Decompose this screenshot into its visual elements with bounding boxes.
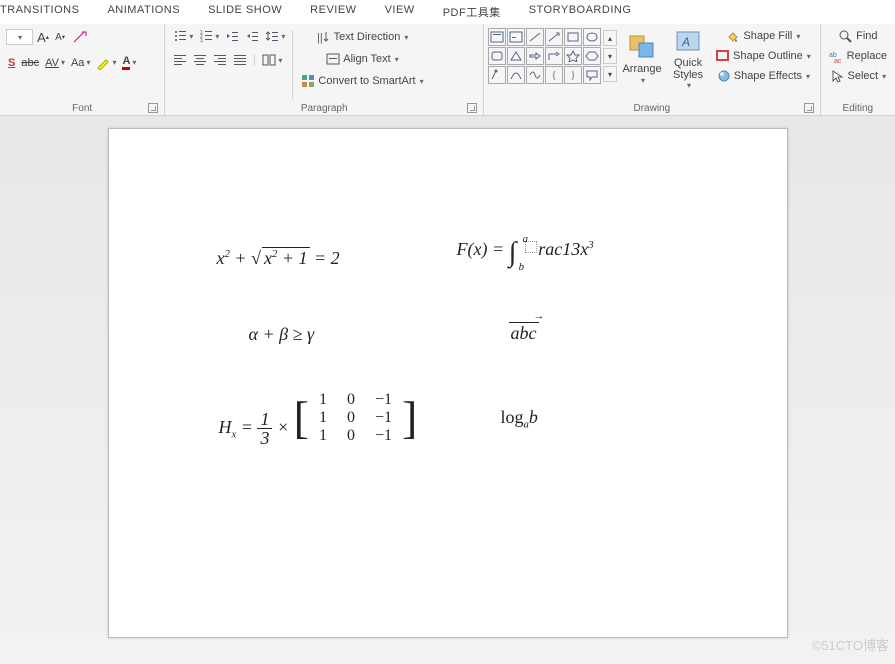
editing-group: Find abacReplace Select Editing [821,24,895,115]
slide-canvas[interactable]: x2 + √x2 + 1 = 2 α + β ≥ γ Hx = 13 × [10… [108,128,788,638]
tab-view[interactable]: VIEW [385,4,415,20]
change-case-button[interactable]: Aa [69,56,92,70]
shape-effects-icon [716,69,732,83]
svg-text:3: 3 [200,38,203,43]
equation-5[interactable]: abc [509,323,539,344]
shape-star-icon [566,50,580,62]
align-text-button[interactable]: Align Text [298,50,425,68]
paragraph-group: 123 ||Text Direction Align Text [165,24,484,115]
tab-animations[interactable]: ANIMATIONS [107,4,180,20]
equation-3-matrix: 10−110−110−1 [309,391,402,445]
svg-text:A: A [681,35,690,49]
slide-workarea: x2 + √x2 + 1 = 2 α + β ≥ γ Hx = 13 × [10… [0,116,895,664]
drawing-group-label: Drawing [488,101,816,115]
svg-text:||: || [317,32,323,44]
gallery-up-button[interactable]: ▴ [603,30,617,46]
quick-styles-icon: A [673,28,703,55]
shrink-font-button[interactable]: A▾ [53,31,67,44]
bullets-button[interactable] [171,28,195,44]
watermark: ©51CTO博客 [812,635,889,654]
line-spacing-button[interactable] [263,28,287,44]
strikethrough-button[interactable]: abc [19,56,41,70]
paragraph-group-label: Paragraph [169,101,479,115]
tab-pdf-tools[interactable]: PDF工具集 [443,4,501,20]
align-center-button[interactable] [191,52,209,68]
svg-text:ac: ac [834,58,842,63]
align-left-button[interactable] [171,52,189,68]
shape-outline-icon [715,49,731,63]
grow-font-button[interactable]: A▴ [35,29,51,46]
strike-button[interactable]: S [6,56,17,70]
char-spacing-button[interactable]: AV [43,56,67,70]
align-right-button[interactable] [211,52,229,68]
replace-icon: abac [829,49,845,63]
shape-fill-icon [725,29,741,43]
tab-storyboarding[interactable]: STORYBOARDING [529,4,632,20]
editing-group-label: Editing [825,101,891,115]
find-button[interactable]: Find [827,28,889,44]
font-size-combo[interactable] [6,29,33,45]
shape-rect-icon [566,31,580,43]
clear-formatting-button[interactable] [69,28,89,46]
equation-6[interactable]: logab [501,407,538,431]
select-button[interactable]: Select [827,68,889,84]
justify-button[interactable] [231,52,249,68]
arrange-icon [627,33,657,61]
shape-triangle-icon [509,50,523,62]
arrange-button[interactable]: Arrange [619,28,665,90]
decrease-indent-button[interactable] [223,28,241,44]
equation-3[interactable]: Hx = 13 × [10−110−110−1] [219,391,418,447]
tab-slideshow[interactable]: SLIDE SHOW [208,4,282,20]
find-icon [838,29,854,43]
font-group-label: Font [4,101,160,115]
paragraph-dialog-launcher[interactable] [467,103,477,113]
font-group: A▴ A▾ S abc AV Aa A Font [0,24,165,115]
shape-outline-button[interactable]: Shape Outline [713,48,813,64]
drawing-group: { } ▴ ▾ ▾ Arrange A Quick Styles Shape F… [484,24,821,115]
convert-smartart-button[interactable]: Convert to SmartArt [298,72,425,90]
gallery-down-button[interactable]: ▾ [603,48,617,64]
replace-button[interactable]: abacReplace [827,48,889,64]
shape-oval-icon [585,31,599,43]
tab-review[interactable]: REVIEW [310,4,356,20]
equation-4[interactable]: F(x) = ∫ab rac13x3 [457,237,594,269]
shape-callout-icon [585,69,599,81]
shapes-gallery[interactable]: { } [488,28,601,84]
shape-arc-icon [509,69,523,81]
shape-effects-button[interactable]: Shape Effects [713,68,813,84]
columns-button[interactable] [260,52,284,68]
quick-styles-button[interactable]: A Quick Styles [665,28,711,90]
shape-textbox-icon [490,31,504,43]
equation-1[interactable]: x2 + √x2 + 1 = 2 [217,247,340,269]
ribbon-tabs: TRANSITIONS ANIMATIONS SLIDE SHOW REVIEW… [0,0,895,24]
shape-arrow-icon [547,31,561,43]
shape-hex-icon [585,50,599,62]
drawing-dialog-launcher[interactable] [804,103,814,113]
highlight-button[interactable] [94,55,118,71]
shape-block-arrow-icon [528,50,542,62]
shape-elbow-icon [547,50,561,62]
shape-connector-icon [490,69,504,81]
shape-roundrect-icon [490,50,504,62]
font-dialog-launcher[interactable] [148,103,158,113]
numbering-button[interactable]: 123 [197,28,221,44]
ribbon: A▴ A▾ S abc AV Aa A Font [0,24,895,116]
shape-line-icon [528,31,542,43]
gallery-more-button[interactable]: ▾ [603,66,617,82]
shape-fill-button[interactable]: Shape Fill [713,28,813,44]
shape-textbox2-icon [509,31,523,43]
select-icon [830,69,846,83]
shape-curve-icon [528,69,542,81]
equation-2[interactable]: α + β ≥ γ [249,324,315,345]
increase-indent-button[interactable] [243,28,261,44]
font-color-button[interactable]: A [120,54,138,71]
tab-transitions[interactable]: TRANSITIONS [0,4,79,20]
text-direction-button[interactable]: ||Text Direction [298,28,425,46]
